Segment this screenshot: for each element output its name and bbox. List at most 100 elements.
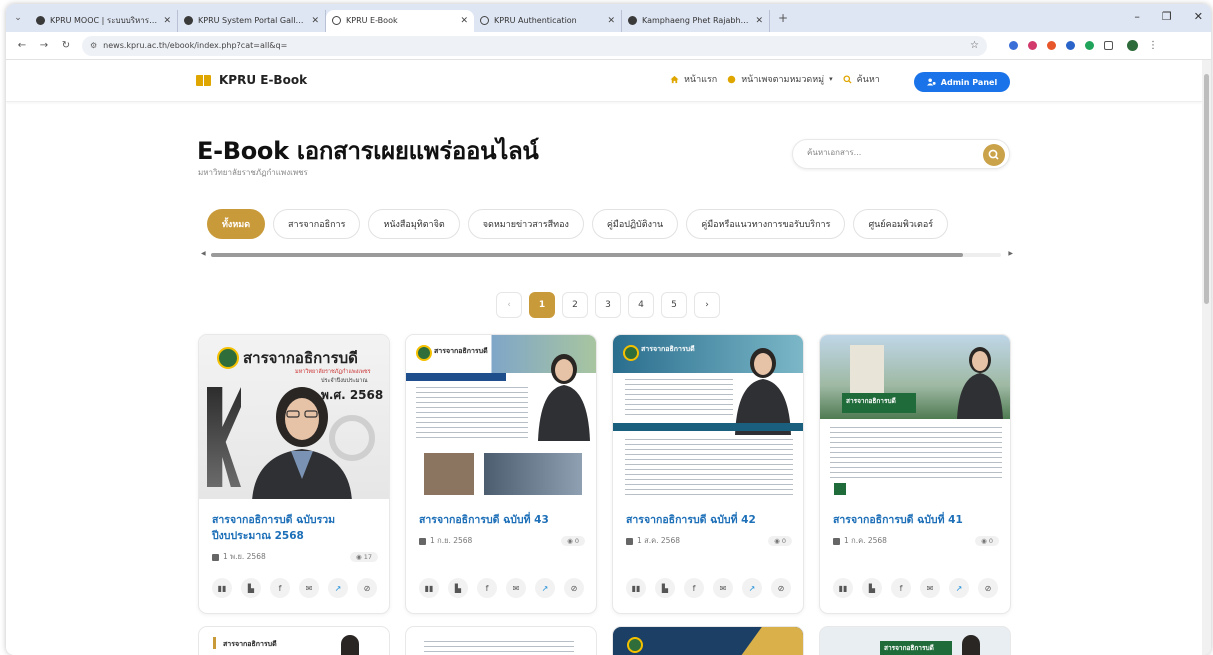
cover-photo	[424, 453, 474, 495]
search-input[interactable]	[807, 148, 967, 157]
profile-avatar[interactable]	[1127, 40, 1138, 51]
browser-menu-icon[interactable]: ⋮	[1148, 40, 1158, 51]
nav-categories[interactable]: หน้าเพจตามหมวดหมู่ ▾	[727, 72, 833, 86]
ebook-cover[interactable]: สารจากอธิการบดี	[406, 335, 596, 499]
page-button-2[interactable]: 2	[562, 292, 588, 318]
ebook-card[interactable]: สารจากอธิการบดี สารจากอธิการบดี ฉบับที่ …	[612, 334, 804, 614]
extension-icon[interactable]	[1047, 41, 1056, 50]
next-page-button[interactable]: ›	[694, 292, 720, 318]
category-chip[interactable]: จดหมายข่าวสารสีทอง	[467, 209, 584, 239]
ebook-card[interactable]	[405, 626, 597, 655]
admin-panel-label: Admin Panel	[940, 77, 998, 87]
external-link-icon[interactable]: ↗	[949, 578, 969, 598]
forward-icon[interactable]: →	[38, 40, 50, 51]
tab-search-icon[interactable]: ⌄	[6, 13, 30, 23]
page-button-3[interactable]: 3	[595, 292, 621, 318]
page-button-1[interactable]: 1	[529, 292, 555, 318]
copy-link-icon[interactable]: ⊘	[357, 578, 377, 598]
copy-link-icon[interactable]: ⊘	[564, 578, 584, 598]
ebook-title[interactable]: สารจากอธิการบดี ฉบับรวมปีงบประมาณ 2568	[212, 512, 378, 544]
category-chip[interactable]: คู่มือหรือแนวทางการขอรับบริการ	[686, 209, 846, 239]
browser-tab[interactable]: KPRU System Portal Gallery ✕	[178, 9, 326, 32]
extension-icon[interactable]	[1066, 41, 1075, 50]
page-scrollbar[interactable]	[1202, 60, 1211, 655]
pdf-icon[interactable]: ▙	[655, 578, 675, 598]
copy-link-icon[interactable]: ⊘	[978, 578, 998, 598]
bookmark-star-icon[interactable]: ☆	[970, 40, 979, 51]
ebook-card[interactable]: สารจากอธิการบดี	[819, 626, 1011, 655]
restore-icon[interactable]: ❐	[1162, 10, 1172, 23]
page-button-5[interactable]: 5	[661, 292, 687, 318]
pdf-icon[interactable]: ▙	[241, 578, 261, 598]
close-tab-icon[interactable]: ✕	[311, 16, 319, 26]
copy-link-icon[interactable]: ⊘	[771, 578, 791, 598]
email-icon[interactable]: ✉	[713, 578, 733, 598]
ebook-card[interactable]: สารจากอธิการบดี สารจากอธิการบดี ฉบับที่ …	[405, 334, 597, 614]
site-brand[interactable]: KPRU E-Book	[196, 73, 307, 87]
scroll-left-icon[interactable]: ◀	[201, 250, 206, 257]
extension-icon[interactable]	[1085, 41, 1094, 50]
ebook-title[interactable]: สารจากอธิการบดี ฉบับที่ 41	[833, 512, 999, 528]
external-link-icon[interactable]: ↗	[535, 578, 555, 598]
email-icon[interactable]: ✉	[299, 578, 319, 598]
extensions-puzzle-icon[interactable]	[1104, 41, 1113, 50]
back-icon[interactable]: ←	[16, 40, 28, 51]
nav-search[interactable]: ค้นหา	[843, 72, 880, 86]
close-tab-icon[interactable]: ✕	[607, 16, 615, 26]
ebook-cover[interactable]: สารจากอธิการบดี	[613, 335, 803, 499]
extension-icon[interactable]	[1028, 41, 1037, 50]
search-button[interactable]	[983, 144, 1005, 166]
ebook-card[interactable]: สารจากอธิการบดี มหาวิทยาลัยราชภัฏกำแพงเพ…	[198, 334, 390, 614]
close-window-icon[interactable]: ✕	[1194, 10, 1203, 23]
ebook-card[interactable]: สารจากอธิการบดี สารจากอธิการบดี ฉบับที่ …	[819, 334, 1011, 614]
close-tab-icon[interactable]: ✕	[460, 16, 468, 26]
category-chip-all[interactable]: ทั้งหมด	[207, 209, 266, 239]
address-bar[interactable]: ⚙ news.kpru.ac.th/ebook/index.php?cat=al…	[82, 35, 987, 56]
browser-tab[interactable]: KPRU Authentication ✕	[474, 9, 622, 32]
ebook-title[interactable]: สารจากอธิการบดี ฉบับที่ 42	[626, 512, 792, 528]
admin-panel-button[interactable]: Admin Panel	[914, 72, 1010, 92]
category-chip[interactable]: คู่มือปฏิบัติงาน	[591, 209, 679, 239]
minimize-icon[interactable]: –	[1134, 10, 1140, 23]
ebook-title[interactable]: สารจากอธิการบดี ฉบับที่ 43	[419, 512, 585, 528]
ebook-cover[interactable]: สารจากอธิการบดี	[820, 335, 1010, 499]
scrollbar-thumb[interactable]	[1204, 74, 1209, 304]
external-link-icon[interactable]: ↗	[328, 578, 348, 598]
facebook-icon[interactable]: f	[270, 578, 290, 598]
new-tab-icon[interactable]: +	[778, 11, 788, 25]
nav-home[interactable]: หน้าแรก	[670, 72, 717, 86]
category-chip[interactable]: หนังสือมุทิตาจิต	[368, 209, 460, 239]
category-scrollbar[interactable]: ◀ ▶	[201, 250, 1013, 259]
pdf-icon[interactable]: ▙	[448, 578, 468, 598]
browser-tab[interactable]: KPRU MOOC | ระบบบริหารจัดการ ✕	[30, 9, 178, 32]
read-book-icon[interactable]: ▮▮	[419, 578, 439, 598]
ebook-card[interactable]: สารจากอธิการบดี	[198, 626, 390, 655]
browser-tab[interactable]: Kamphaeng Phet Rajabhat Uni ✕	[622, 9, 770, 32]
ebook-cover[interactable]: สารจากอธิการบดี มหาวิทยาลัยราชภัฏกำแพงเพ…	[199, 335, 389, 499]
cover-text-block	[416, 387, 528, 439]
read-book-icon[interactable]: ▮▮	[833, 578, 853, 598]
external-link-icon[interactable]: ↗	[742, 578, 762, 598]
pdf-icon[interactable]: ▙	[862, 578, 882, 598]
prev-page-button[interactable]: ‹	[496, 292, 522, 318]
read-book-icon[interactable]: ▮▮	[626, 578, 646, 598]
reload-icon[interactable]: ↻	[60, 40, 72, 51]
facebook-icon[interactable]: f	[684, 578, 704, 598]
extension-icon[interactable]	[1009, 41, 1018, 50]
read-book-icon[interactable]: ▮▮	[212, 578, 232, 598]
close-tab-icon[interactable]: ✕	[755, 16, 763, 26]
scroll-thumb[interactable]	[211, 253, 963, 257]
browser-tab-active[interactable]: KPRU E-Book ✕	[326, 9, 474, 32]
ebook-card[interactable]	[612, 626, 804, 655]
site-info-icon[interactable]: ⚙	[90, 41, 97, 50]
email-icon[interactable]: ✉	[506, 578, 526, 598]
scroll-right-icon[interactable]: ▶	[1008, 250, 1013, 257]
university-seal-icon	[623, 345, 639, 361]
facebook-icon[interactable]: f	[891, 578, 911, 598]
email-icon[interactable]: ✉	[920, 578, 940, 598]
category-chip[interactable]: ศูนย์คอมพิวเตอร์	[853, 209, 949, 239]
category-chip[interactable]: สารจากอธิการ	[273, 209, 361, 239]
page-button-4[interactable]: 4	[628, 292, 654, 318]
facebook-icon[interactable]: f	[477, 578, 497, 598]
close-tab-icon[interactable]: ✕	[163, 16, 171, 26]
